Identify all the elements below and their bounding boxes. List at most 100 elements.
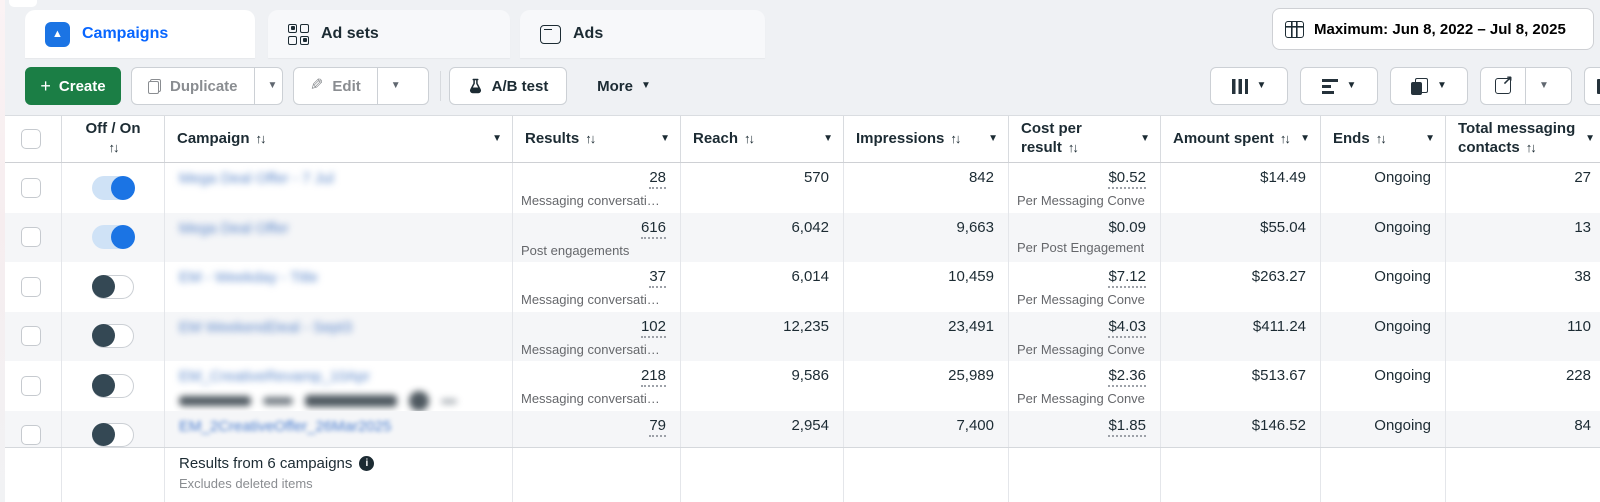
edit-button[interactable]: ✎ Edit — [294, 68, 377, 104]
ends-value: Ongoing — [1374, 317, 1431, 335]
sort-icon[interactable]: ↑↓ — [1526, 140, 1537, 155]
campaign-toggle[interactable] — [92, 274, 134, 299]
duplicate-dropdown-button[interactable]: ▼ — [253, 68, 291, 104]
sort-icon[interactable]: ↑↓ — [1068, 140, 1079, 155]
duplicate-button[interactable]: Duplicate — [132, 68, 254, 104]
campaign-toggle[interactable] — [92, 423, 134, 447]
sort-icon[interactable]: ↑↓ — [1376, 131, 1387, 146]
export-button[interactable]: ↗ — [1481, 68, 1525, 104]
row-checkbox[interactable] — [20, 276, 41, 297]
column-header-results[interactable]: Results ↑↓ ▼ — [512, 116, 680, 162]
contacts-header-label: Total messaging contacts — [1458, 120, 1576, 156]
column-header-ends[interactable]: Ends ↑↓ ▼ — [1320, 116, 1445, 162]
result-type-label: Messaging conversati… — [521, 391, 660, 406]
tab-ads[interactable]: Ads — [520, 10, 765, 58]
chevron-down-icon[interactable]: ▼ — [492, 133, 502, 146]
column-header-amount-spent[interactable]: Amount spent ↑↓ ▼ — [1160, 116, 1320, 162]
row-checkbox[interactable] — [20, 177, 41, 198]
chevron-down-icon[interactable]: ▼ — [1585, 133, 1595, 146]
campaign-name-blurred[interactable]: Mega Deal Offer - 7 Jul — [179, 170, 334, 187]
cost-per-result-value: $4.03 — [1108, 318, 1146, 338]
impressions-value: 25,989 — [948, 367, 994, 384]
chevron-down-icon: ▼ — [390, 80, 401, 91]
reach-value: 2,954 — [791, 416, 829, 434]
sort-icon[interactable]: ↑↓ — [1280, 131, 1291, 146]
table-row: Mega Deal Offer 616 Post engagements 6,04… — [0, 212, 1600, 262]
sort-icon[interactable]: ↑↓ — [950, 131, 961, 146]
create-button[interactable]: + Create — [25, 67, 121, 105]
chevron-down-icon[interactable]: ▼ — [1300, 133, 1310, 146]
ads-card-icon — [540, 24, 561, 44]
row-checkbox[interactable] — [20, 227, 41, 248]
clipped-edge-button[interactable] — [1584, 67, 1600, 105]
tab-ad-sets-label: Ad sets — [321, 25, 379, 42]
campaign-toggle[interactable] — [92, 373, 134, 398]
chevron-down-icon[interactable]: ▼ — [1140, 133, 1150, 146]
amount-spent-value: $146.52 — [1251, 416, 1306, 434]
campaign-header-label: Campaign — [177, 129, 250, 147]
tab-campaigns[interactable]: ▲ Campaigns — [25, 10, 255, 58]
result-type-label: Messaging conversati… — [521, 292, 660, 307]
calendar-table-icon — [1285, 20, 1304, 38]
export-dropdown-button[interactable]: ▼ — [1525, 68, 1562, 104]
impressions-value: 23,491 — [948, 317, 994, 335]
sort-icon[interactable]: ↑↓ — [109, 140, 120, 155]
campaign-toggle[interactable] — [92, 225, 135, 250]
column-header-impressions[interactable]: Impressions ↑↓ ▼ — [843, 116, 1008, 162]
reach-header-label: Reach — [693, 129, 739, 147]
amount-spent-value: $513.67 — [1251, 367, 1306, 384]
create-button-label: Create — [58, 77, 106, 95]
campaign-name-blurred[interactable]: EM_2CreativeOffer_26Mar2025 — [179, 418, 391, 435]
campaign-toggle[interactable] — [92, 324, 134, 349]
column-header-cost-per-result[interactable]: Cost per result ↑↓ ▼ — [1008, 116, 1160, 162]
chevron-down-icon[interactable]: ▼ — [823, 133, 833, 146]
impressions-value: 9,663 — [956, 218, 994, 236]
column-header-total-messaging-contacts[interactable]: Total messaging contacts ↑↓ ▼ — [1445, 116, 1600, 162]
date-range-button[interactable]: Maximum: Jun 8, 2022 – Jul 8, 2025 — [1272, 8, 1594, 50]
row-checkbox[interactable] — [20, 425, 41, 446]
ad-sets-grid-icon — [288, 23, 309, 45]
select-all-checkbox[interactable] — [20, 129, 41, 149]
more-button-label: More — [597, 77, 633, 95]
column-header-campaign[interactable]: Campaign ↑↓ ▼ — [164, 116, 512, 162]
duplicate-button-group: Duplicate ▼ — [131, 67, 283, 105]
campaigns-folder-icon: ▲ — [45, 21, 70, 47]
columns-icon — [1231, 78, 1248, 94]
amount-spent-value: $55.04 — [1260, 218, 1306, 236]
chevron-down-icon[interactable]: ▼ — [1425, 133, 1435, 146]
campaigns-table: Off / On ↑↓ Campaign ↑↓ ▼ Results ↑↓ ▼ Reac… — [0, 115, 1600, 502]
toolbar-divider — [440, 71, 441, 101]
row-checkbox[interactable] — [20, 326, 41, 347]
toggle-knob — [111, 225, 135, 250]
sort-icon[interactable]: ↑↓ — [585, 131, 596, 146]
cost-type-label: Per Messaging Conve… — [1017, 193, 1146, 208]
edit-button-group: ✎ Edit ▼ — [293, 67, 429, 105]
info-icon[interactable]: i — [359, 456, 375, 471]
chevron-down-icon[interactable]: ▼ — [988, 133, 998, 146]
sort-icon[interactable]: ↑↓ — [744, 131, 755, 146]
chevron-down-icon[interactable]: ▼ — [660, 133, 670, 146]
tab-ad-sets[interactable]: Ad sets — [268, 10, 510, 58]
chevron-down-icon: ▼ — [1346, 80, 1357, 91]
ab-test-button[interactable]: A/B test — [449, 67, 567, 105]
campaign-name-blurred[interactable]: EM_CreativeRevamp_10Apr — [179, 368, 370, 385]
row-checkbox[interactable] — [20, 375, 41, 396]
column-header-off-on[interactable]: Off / On ↑↓ — [61, 116, 164, 162]
reports-button[interactable]: ▼ — [1390, 67, 1468, 105]
campaign-name-blurred[interactable]: Mega Deal Offer — [179, 220, 289, 237]
columns-settings-button[interactable]: ▼ — [1210, 67, 1288, 105]
table-row: EM WeekendDeal - Sept3 102 Messaging conv… — [0, 311, 1600, 361]
amount-spent-header-label: Amount spent — [1173, 129, 1274, 147]
amount-spent-value: $263.27 — [1251, 268, 1306, 285]
table-body: Mega Deal Offer - 7 Jul 28 Messaging conv… — [0, 163, 1600, 447]
breakdown-button[interactable]: ▼ — [1300, 67, 1378, 105]
campaign-toggle[interactable] — [92, 175, 135, 200]
edit-dropdown-button[interactable]: ▼ — [376, 68, 414, 104]
cost-per-result-value: $1.85 — [1108, 417, 1146, 437]
sort-icon[interactable]: ↑↓ — [256, 131, 267, 146]
campaign-name-blurred[interactable]: EM - Weekday - Title — [179, 269, 318, 286]
more-button[interactable]: More ▼ — [586, 67, 662, 105]
summary-row: Results from 6 campaigns i Excludes dele… — [0, 447, 1600, 502]
column-header-reach[interactable]: Reach ↑↓ ▼ — [680, 116, 843, 162]
campaign-name-blurred[interactable]: EM WeekendDeal - Sept3 — [179, 319, 352, 336]
